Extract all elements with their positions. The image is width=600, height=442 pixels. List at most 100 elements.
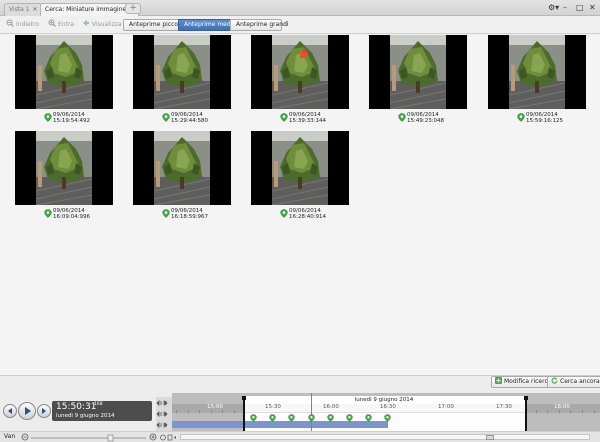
close-tab-icon[interactable]: × — [33, 6, 38, 13]
event-pin-icon[interactable] — [327, 414, 334, 422]
thumbnail-image[interactable] — [251, 131, 349, 205]
range-end-handle[interactable] — [524, 396, 528, 431]
enter-button[interactable]: Entra — [48, 19, 74, 31]
ruler-minor-tick — [187, 410, 189, 413]
thumbnail-time: 15:39:33:144 — [289, 118, 327, 124]
thumbnail-time: 15:29:44:580 — [171, 118, 209, 124]
ruler-minor-tick — [176, 410, 177, 413]
thumbnail-time: 15:59:16:125 — [526, 118, 564, 124]
ruler-minor-tick — [558, 410, 560, 413]
view-button[interactable]: Visualizza — [82, 19, 122, 31]
timeline-tick-label: 16:00 — [323, 404, 339, 410]
large-thumbnails-button[interactable]: Anteprime grandi — [230, 19, 289, 31]
maximize-button[interactable]: □ — [576, 3, 584, 13]
thumbnail-image[interactable] — [251, 35, 349, 109]
medium-thumbnails-button[interactable]: Anteprime medie — [178, 19, 236, 31]
thumbnail-item[interactable]: 09/06/2014 15:49:23:048 — [369, 35, 467, 130]
thumbnail-grid: 09/06/2014 15:19:54:492 09/06/2014 15:29:44… — [0, 35, 600, 375]
event-pin-icon[interactable] — [250, 414, 257, 422]
timeline-tick-label: 17:00 — [438, 404, 454, 410]
play-button[interactable] — [18, 402, 36, 420]
tab-bar: Vista 1× Cerca: Miniature immagine × + ⚙▾… — [0, 0, 600, 16]
tab-label: Cerca: Miniature immagine — [45, 6, 127, 13]
close-window-button[interactable]: ✕ — [589, 3, 596, 13]
thumbnail-image[interactable] — [15, 131, 113, 205]
playback-panel: Modifica ricerca Cerca ancora 15:50:31 1… — [0, 375, 600, 442]
status-label: Van — [4, 433, 16, 440]
thumbnail-photo — [154, 35, 210, 109]
event-pin-icon[interactable] — [384, 414, 391, 422]
modify-search-button[interactable]: Modifica ricerca — [491, 376, 556, 388]
rewind-button[interactable] — [3, 404, 17, 418]
timeline-date-label: lunedì 9 giugno 2014 — [243, 396, 525, 404]
thumbnail-image[interactable] — [15, 35, 113, 109]
search-again-label: Cerca ancora — [560, 378, 600, 385]
timeline[interactable]: lunedì 9 giugno 2014 15:00 15:30 16:00 16:3… — [172, 393, 600, 431]
back-button[interactable]: Indietro — [6, 19, 39, 31]
thumbnail-item[interactable]: 09/06/2014 15:29:44:580 — [133, 35, 231, 130]
location-pin-icon — [162, 113, 170, 122]
ruler-minor-tick — [535, 410, 537, 413]
timeline-tick-label: 17:30 — [496, 404, 512, 410]
thumbnail-photo — [36, 131, 92, 205]
add-icon — [495, 377, 502, 384]
event-pin-icon[interactable] — [288, 414, 295, 422]
thumbnail-item[interactable]: 09/06/2014 16:18:59:967 — [133, 131, 231, 226]
thumbnail-caption: 09/06/2014 16:09:04:996 — [53, 208, 123, 220]
event-pin-icon[interactable] — [346, 414, 353, 422]
zoom-slider[interactable] — [20, 432, 160, 442]
timeline-nav-buttons — [156, 397, 172, 431]
enter-zoom-icon — [48, 19, 56, 27]
recording-track[interactable] — [172, 421, 388, 428]
thumbnail-caption: 09/06/2014 15:19:54:492 — [53, 112, 123, 124]
thumbnail-image[interactable] — [369, 35, 467, 109]
thumbnail-item[interactable]: 09/06/2014 15:39:33:144 — [251, 35, 349, 130]
thumbnail-caption: 09/06/2014 15:59:16:125 — [526, 112, 596, 124]
timeline-tick-label: 15:30 — [265, 404, 281, 410]
tab-label: Vista 1 — [9, 6, 30, 13]
range-start-handle[interactable] — [242, 396, 246, 431]
thumbnail-photo — [154, 131, 210, 205]
scrollbar-thumb[interactable] — [486, 435, 494, 440]
search-again-button[interactable]: Cerca ancora — [547, 376, 600, 388]
tab-vista-1[interactable]: Vista 1 × — [4, 3, 43, 16]
back-zoom-icon — [6, 19, 14, 27]
event-pin-icon[interactable] — [308, 414, 315, 422]
timeline-nav-icons[interactable] — [156, 397, 172, 431]
timeline-tick-label: 15:00 — [207, 404, 223, 410]
minimize-button[interactable]: – — [563, 3, 567, 13]
thumbnail-item[interactable]: 09/06/2014 15:19:54:492 — [15, 35, 113, 130]
location-pin-icon — [44, 209, 52, 218]
thumbnail-image[interactable] — [133, 131, 231, 205]
ruler-minor-tick — [593, 410, 595, 413]
location-pin-icon — [280, 113, 288, 122]
thumbnail-item[interactable]: 09/06/2014 15:59:16:125 — [488, 35, 586, 130]
thumbnail-image[interactable] — [133, 35, 231, 109]
ruler-minor-tick — [210, 410, 212, 413]
current-time-display: 15:50:31 168 lunedì 9 giugno 2014 — [52, 401, 152, 421]
forward-button[interactable] — [37, 404, 51, 418]
playhead-cursor[interactable] — [311, 393, 312, 431]
location-pin-icon — [44, 113, 52, 122]
add-tab-button[interactable]: + — [125, 3, 141, 14]
event-pin-icon[interactable] — [269, 414, 276, 422]
event-pin-icon[interactable] — [365, 414, 372, 422]
thumbnail-item[interactable]: 09/06/2014 16:09:04:996 — [15, 131, 113, 226]
timeline-scrollbar[interactable] — [180, 434, 590, 440]
thumbnail-item[interactable]: 09/06/2014 16:28:40:914 — [251, 131, 349, 226]
settings-gear-icon[interactable]: ⚙▾ — [548, 3, 559, 13]
thumbnail-caption: 09/06/2014 15:29:44:580 — [171, 112, 241, 124]
playback-controls — [3, 402, 51, 420]
thumbnail-photo — [509, 35, 565, 109]
ruler-minor-tick — [199, 410, 201, 413]
thumbnail-time: 16:28:40:914 — [289, 214, 327, 220]
thumbnail-image[interactable] — [488, 35, 586, 109]
thumbnail-caption: 09/06/2014 16:18:59:967 — [171, 208, 241, 220]
view-icon — [83, 20, 89, 26]
small-thumbnails-button[interactable]: Anteprime piccole — [123, 19, 183, 31]
location-pin-icon — [280, 209, 288, 218]
ruler-minor-tick — [570, 410, 572, 413]
current-date: lunedì 9 giugno 2014 — [56, 413, 115, 419]
back-label: Indietro — [16, 21, 40, 28]
zoom-fit-icons[interactable] — [160, 433, 178, 442]
